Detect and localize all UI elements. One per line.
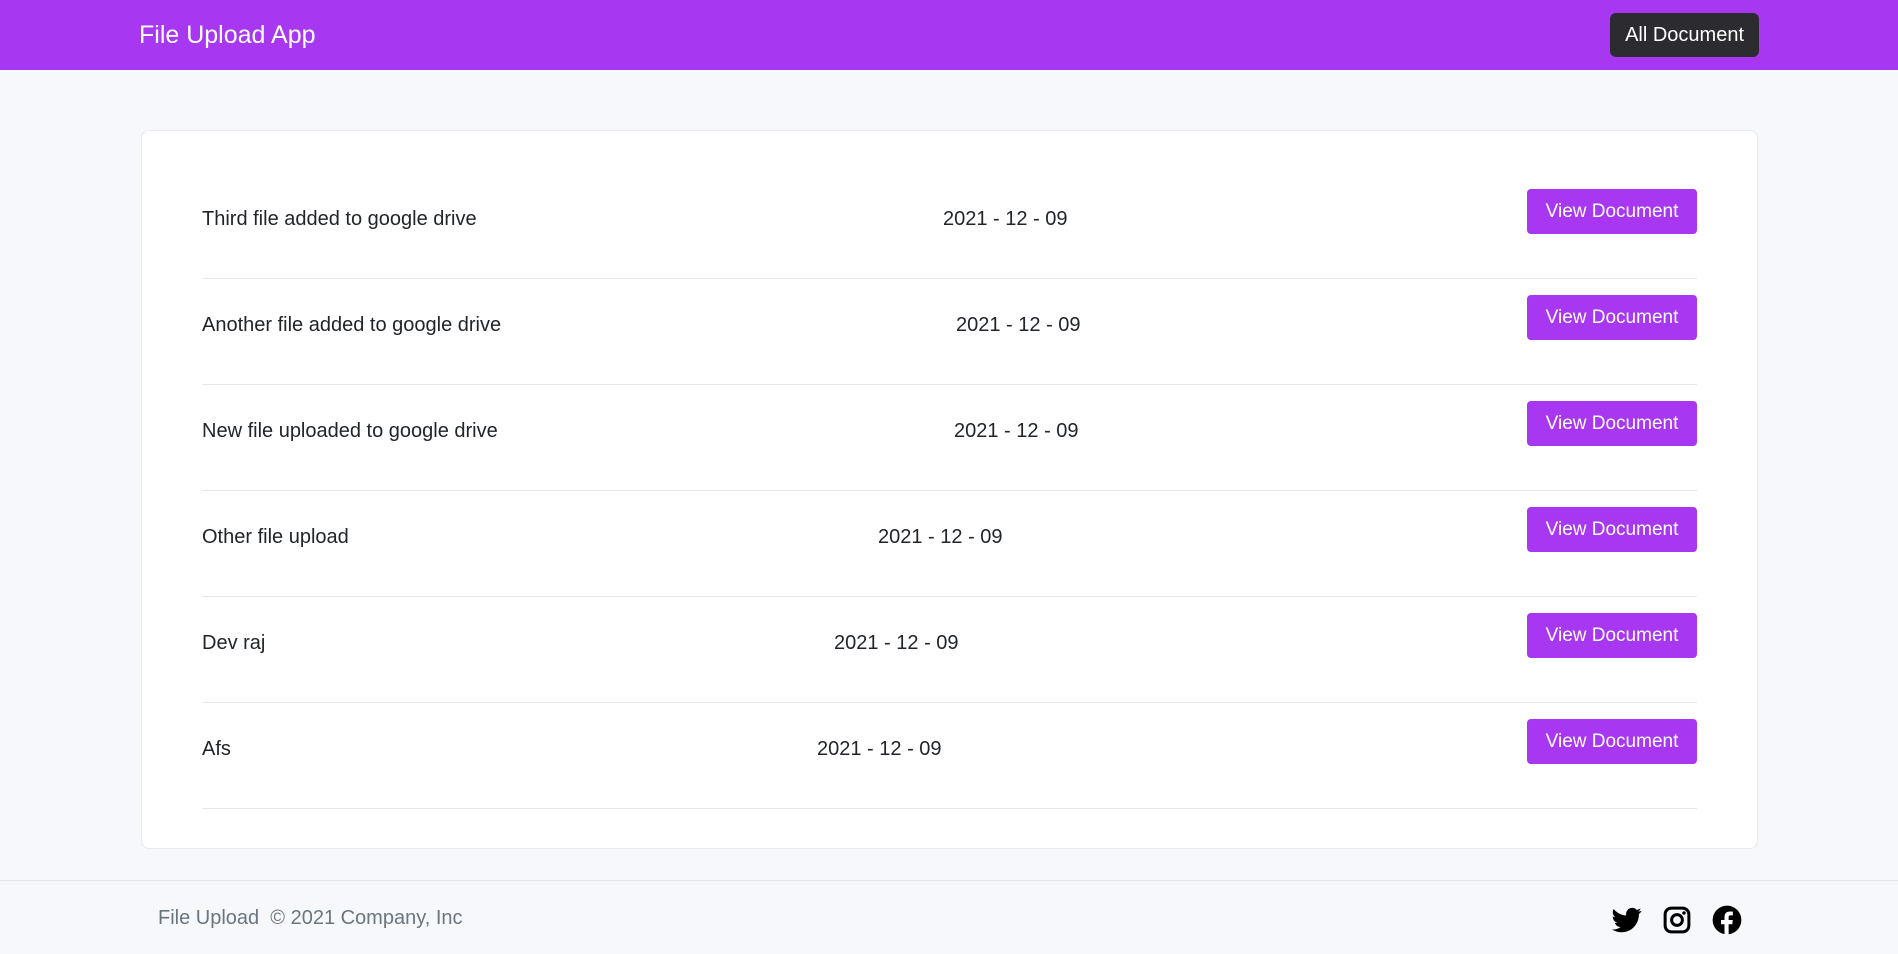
document-date: 2021 - 12 - 09 bbox=[817, 738, 942, 760]
document-title: Afs bbox=[202, 738, 231, 760]
document-date: 2021 - 12 - 09 bbox=[943, 208, 1068, 230]
document-date: 2021 - 12 - 09 bbox=[954, 420, 1079, 442]
view-document-button[interactable]: View Document bbox=[1527, 507, 1697, 552]
view-document-button[interactable]: View Document bbox=[1527, 401, 1697, 446]
document-title: Third file added to google drive bbox=[202, 208, 477, 230]
footer: File Upload © 2021 Company, Inc bbox=[0, 880, 1898, 954]
twitter-icon[interactable] bbox=[1612, 905, 1642, 935]
document-date: 2021 - 12 - 09 bbox=[834, 632, 959, 654]
document-row: Another file added to google drive 2021 … bbox=[202, 279, 1697, 385]
view-document-button[interactable]: View Document bbox=[1527, 613, 1697, 658]
document-row: New file uploaded to google drive 2021 -… bbox=[202, 385, 1697, 491]
social-links bbox=[1612, 905, 1742, 935]
document-date: 2021 - 12 - 09 bbox=[956, 314, 1081, 336]
document-row: Third file added to google drive 2021 - … bbox=[202, 173, 1697, 279]
document-title: Other file upload bbox=[202, 526, 349, 548]
footer-copyright: File Upload © 2021 Company, Inc bbox=[158, 907, 463, 929]
navbar: File Upload App All Document bbox=[0, 0, 1898, 70]
document-title: Another file added to google drive bbox=[202, 314, 502, 336]
document-row: Other file upload 2021 - 12 - 09 View Do… bbox=[202, 491, 1697, 597]
document-title: Dev raj bbox=[202, 632, 266, 654]
document-date: 2021 - 12 - 09 bbox=[878, 526, 1003, 548]
document-row: Dev raj 2021 - 12 - 09 View Document bbox=[202, 597, 1697, 703]
view-document-button[interactable]: View Document bbox=[1527, 189, 1697, 234]
view-document-button[interactable]: View Document bbox=[1527, 719, 1697, 764]
document-list-card: Third file added to google drive 2021 - … bbox=[141, 130, 1758, 849]
instagram-icon[interactable] bbox=[1662, 905, 1692, 935]
document-title: New file uploaded to google drive bbox=[202, 420, 498, 442]
all-document-button[interactable]: All Document bbox=[1610, 13, 1759, 57]
view-document-button[interactable]: View Document bbox=[1527, 295, 1697, 340]
document-row: Afs 2021 - 12 - 09 View Document bbox=[202, 703, 1697, 809]
facebook-icon[interactable] bbox=[1712, 905, 1742, 935]
brand-link[interactable]: File Upload App bbox=[139, 21, 316, 50]
